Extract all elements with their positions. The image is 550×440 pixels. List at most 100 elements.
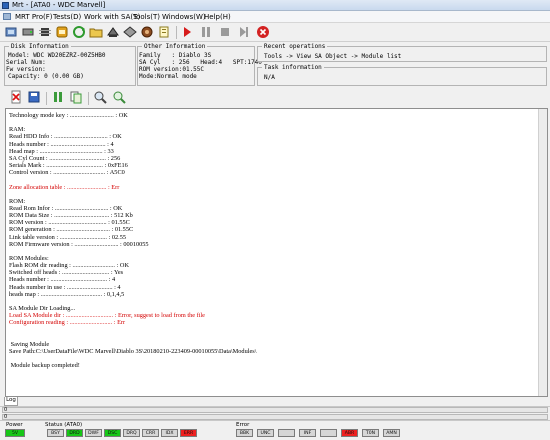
toolbar-separator <box>176 26 177 39</box>
log-line: SA Cyl Count : .........................… <box>9 154 121 162</box>
heads-icon[interactable] <box>123 25 137 39</box>
progress-area: 0 0 <box>0 406 550 420</box>
disk-firmware: Fw version: <box>6 66 46 73</box>
disk-model: Model: WDC WD20EZRZ-00Z5HB0 <box>8 52 106 59</box>
recent-ops-value: Tools -> View SA Object -> Module list <box>264 53 402 60</box>
log-line: ROM Modules: <box>9 255 49 262</box>
zoom-in-icon[interactable] <box>93 90 107 104</box>
log-output[interactable]: Technology mode key : ..................… <box>5 108 548 397</box>
log-line: Heads number in use : ..................… <box>9 283 121 291</box>
other-family: Family : Diablo 3S <box>139 52 212 59</box>
task-info-value: N/A <box>264 74 275 81</box>
abort-icon[interactable] <box>256 25 270 39</box>
save-icon[interactable] <box>27 90 41 104</box>
refresh-icon[interactable] <box>72 25 86 39</box>
status-indicator: DRQ <box>123 429 140 437</box>
error-indicator: INF <box>299 429 316 437</box>
log-line: Serials Mark : .........................… <box>9 162 128 170</box>
log-scrollbar[interactable] <box>538 109 547 396</box>
error-title: Error <box>236 422 250 428</box>
error-indicator: ABR <box>341 429 358 437</box>
other-sa-cyl: SA Cyl : 256 Head:4 SPT:1740 <box>139 59 262 66</box>
log-line: heads map : ............................… <box>9 290 125 298</box>
chip-icon[interactable] <box>38 25 52 39</box>
copy-icon[interactable] <box>69 90 83 104</box>
menu-tests[interactable]: Tests(D) <box>53 13 81 21</box>
log-line: Saving Module <box>9 340 50 348</box>
menu-windows[interactable]: Windows(W) <box>162 13 206 21</box>
connect-icon[interactable] <box>4 25 18 39</box>
log-line: Flash ROM dir reading : ................… <box>9 262 129 270</box>
menu-bar: MRT Pro(F) Tests(D) Work with SA(S) Tool… <box>0 11 550 23</box>
skip-icon[interactable] <box>237 25 251 39</box>
task-info-title: Task information <box>262 64 324 71</box>
log-line: RAM: <box>9 126 26 134</box>
status-indicator: ERR <box>180 429 197 437</box>
app-menu-icon[interactable] <box>3 13 11 20</box>
status-indicator: DRD <box>66 429 83 437</box>
play-icon[interactable] <box>180 25 194 39</box>
log-toolbar <box>0 86 550 108</box>
error-indicator <box>320 429 337 437</box>
status-title: Status (ATA0) <box>45 422 83 428</box>
log-line: Heads number : .........................… <box>9 140 114 148</box>
progress-bar-1 <box>2 407 548 413</box>
find-icon[interactable] <box>112 90 126 104</box>
power-title: Power <box>6 422 23 428</box>
log-line: ROM Data Size : ........................… <box>9 212 133 220</box>
disk-capacity: Capacity: 0 (0.00 GB) <box>8 73 84 80</box>
title-bar: Mrt - [ATA0 - WDC Marvell] <box>0 0 550 11</box>
log-line: Zone allocation table : ................… <box>9 183 120 191</box>
disk-info-group: Disk Information Model: WDC WD20EZRZ-00Z… <box>4 43 136 86</box>
clear-icon[interactable] <box>9 90 23 104</box>
toolbar-separator-2 <box>46 92 47 105</box>
notes-icon[interactable] <box>157 25 171 39</box>
module-icon[interactable] <box>55 25 69 39</box>
disk-info-title: Disk Information <box>9 43 71 50</box>
recent-ops-title: Recent operations <box>262 43 328 50</box>
error-indicator: T0N <box>362 429 379 437</box>
log-line: Technology mode key : ..................… <box>9 112 128 119</box>
other-info-group: Other Information Family : Diablo 3S SA … <box>137 43 262 86</box>
log-line: Link table version : ...................… <box>9 233 127 241</box>
window-title: Mrt - [ATA0 - WDC Marvell] <box>12 1 106 9</box>
menu-tools[interactable]: Tools(T) <box>133 13 160 21</box>
status-indicator: DSC <box>104 429 121 437</box>
menu-help[interactable]: Help(H) <box>204 13 231 21</box>
error-indicator: AMN <box>383 429 400 437</box>
tab-strip: Log <box>0 397 550 406</box>
log-line: SA Module Dir Loading... <box>9 305 76 313</box>
log-line: Switched off heads : ...................… <box>9 269 124 277</box>
log-line: Module backup completed! <box>9 362 80 370</box>
log-pause-icon[interactable] <box>51 90 65 104</box>
app-icon <box>2 2 9 9</box>
power-indicator: 5V <box>5 429 25 437</box>
log-line: Head map : .............................… <box>9 147 114 155</box>
error-indicator: BBK <box>236 429 253 437</box>
menu-mrt-pro[interactable]: MRT Pro(F) <box>15 13 53 21</box>
folder-icon[interactable] <box>89 25 103 39</box>
other-rom-version: ROM version:01.55C <box>139 66 205 73</box>
recent-ops-group: Recent operations Tools -> View SA Objec… <box>257 43 547 62</box>
other-mode: Mode:Normal mode <box>139 73 197 80</box>
main-toolbar <box>0 23 550 42</box>
tab-log[interactable]: Log <box>4 397 18 406</box>
status-indicator: BSY <box>47 429 64 437</box>
log-line: Heads number : .........................… <box>9 276 116 284</box>
status-indicator: CRR <box>142 429 159 437</box>
log-line: ROM Firmware version : .................… <box>9 240 149 248</box>
error-indicator: UNC <box>257 429 274 437</box>
pause-icon[interactable] <box>199 25 213 39</box>
status-bar: Power Status (ATA0) Error 5V BSY DRD DWF DS… <box>0 420 550 440</box>
error-indicator <box>278 429 295 437</box>
toolbar-separator-3 <box>88 92 89 105</box>
tools-icon[interactable] <box>140 25 154 39</box>
disk-serial: Serial Num: <box>6 59 46 66</box>
status-indicator: IDX <box>161 429 178 437</box>
menu-work-with-sa[interactable]: Work with SA(S) <box>84 13 140 21</box>
log-line: Save Path:C:\UserDataFile\WDC Marvell\Di… <box>9 347 257 355</box>
drive-icon[interactable] <box>21 25 35 39</box>
sa-icon[interactable] <box>106 25 120 39</box>
log-line: ROM version : ..........................… <box>9 219 130 227</box>
stop-icon[interactable] <box>218 25 232 39</box>
